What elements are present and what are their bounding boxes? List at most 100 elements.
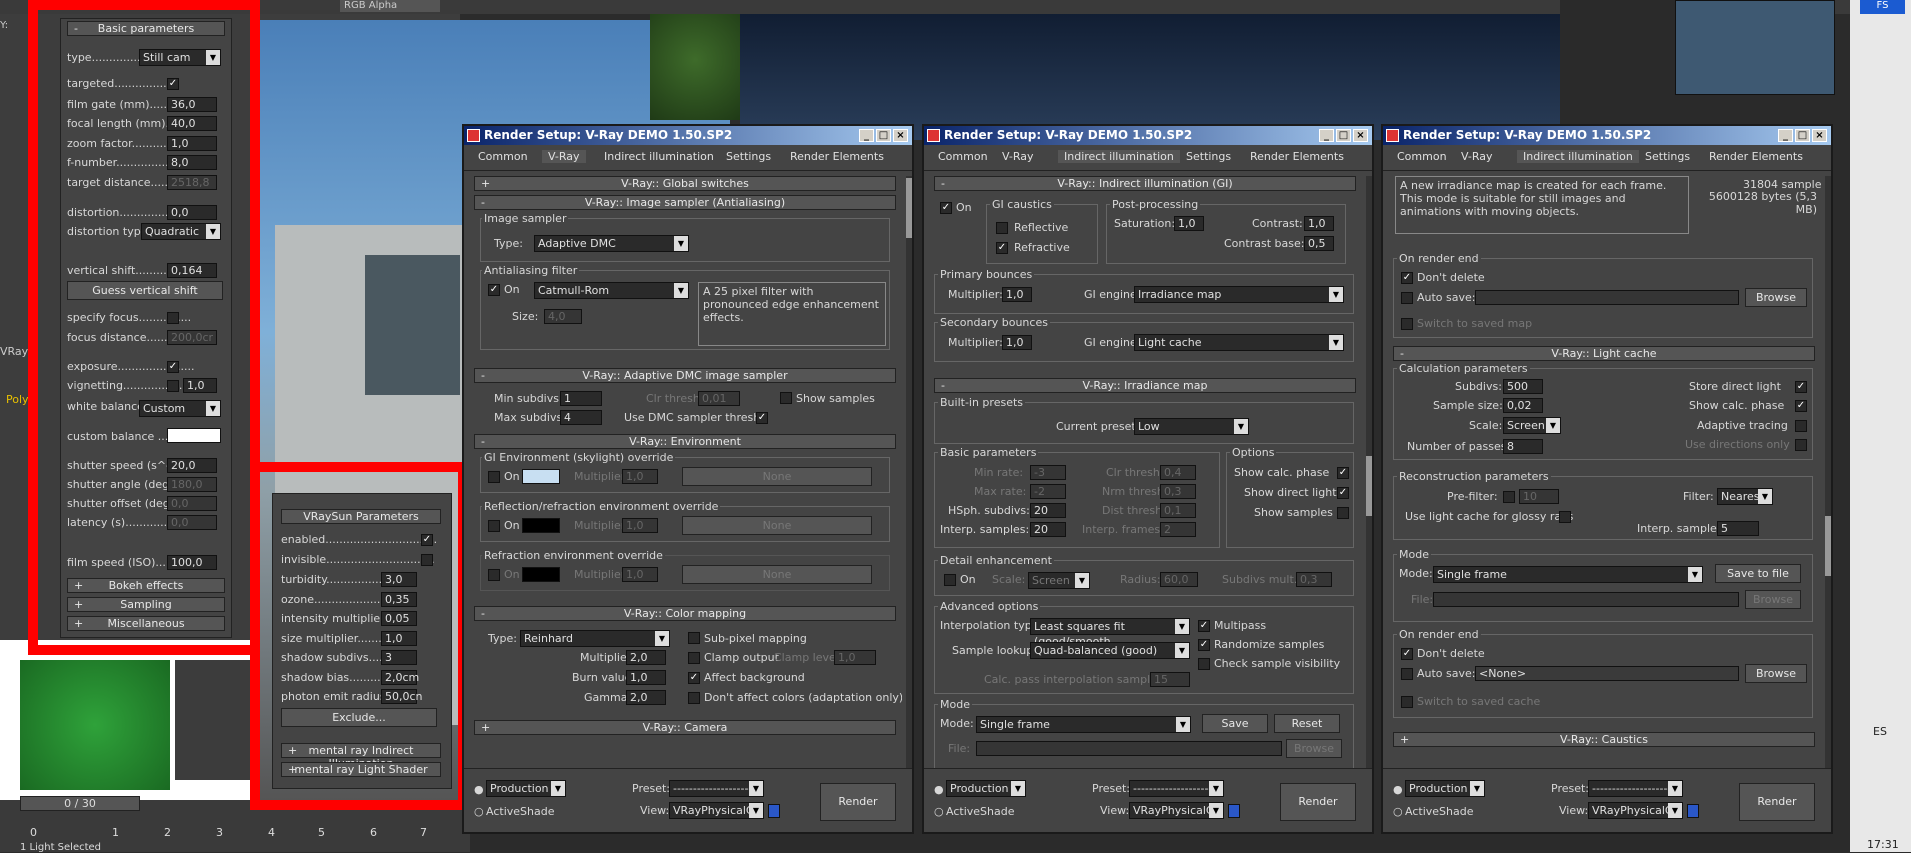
rollout-image-sampler[interactable]: - V-Ray:: Image sampler (Antialiasing)	[474, 195, 896, 210]
cm-type-select[interactable]: Reinhard ▼	[520, 630, 670, 647]
prefilter-checkbox[interactable]	[1503, 491, 1515, 503]
minimize-button[interactable]: _	[859, 129, 874, 142]
refl-env-map-button[interactable]: None	[682, 516, 872, 535]
tab-common[interactable]: Common	[938, 150, 988, 163]
tab-settings[interactable]: Settings	[726, 150, 771, 163]
rollout-light-cache[interactable]: - V-Ray:: Light cache	[1393, 346, 1815, 361]
gi-env-color-swatch[interactable]	[522, 469, 560, 484]
lc-mode-select[interactable]: Single frame ▼	[1433, 566, 1703, 583]
view-select[interactable]: VRayPhysicalC ▼	[669, 802, 764, 819]
subpixel-checkbox[interactable]	[688, 632, 700, 644]
scrollbar-thumb[interactable]	[906, 178, 912, 238]
scale-select[interactable]: Screen ▼	[1503, 417, 1561, 434]
tab-render-elements[interactable]: Render Elements	[1709, 150, 1803, 163]
production-select[interactable]: Production ▼	[946, 780, 1026, 797]
rollout-adaptive-dmc[interactable]: - V-Ray:: Adaptive DMC image sampler	[474, 368, 896, 383]
lc-dont-delete-checkbox[interactable]: ✓	[1401, 648, 1413, 660]
detail-scale-select[interactable]: Screen ▼	[1028, 572, 1090, 589]
min-rate-spinner[interactable]: -3	[1030, 465, 1066, 480]
tab-render-elements[interactable]: Render Elements	[1250, 150, 1344, 163]
close-button[interactable]: ×	[1353, 129, 1368, 142]
gi-env-map-button[interactable]: None	[682, 467, 872, 486]
current-preset-select[interactable]: Low ▼	[1134, 418, 1249, 435]
reset-button[interactable]: Reset	[1274, 714, 1340, 733]
preset-select[interactable]: -------------------- ▼	[669, 780, 764, 797]
saturation-spinner[interactable]: 1,0	[1174, 216, 1204, 231]
lc-auto-save-field[interactable]: <None>	[1475, 666, 1739, 681]
rollout-camera[interactable]: + V-Ray:: Camera	[474, 720, 896, 735]
tab-settings[interactable]: Settings	[1186, 150, 1231, 163]
contrast-spinner[interactable]: 1,0	[1304, 216, 1334, 231]
max-subdivs-spinner[interactable]: 4	[560, 410, 602, 425]
passes-spinner[interactable]: 8	[1503, 439, 1543, 454]
minimize-button[interactable]: _	[1319, 129, 1334, 142]
close-button[interactable]: ×	[893, 129, 908, 142]
refractive-checkbox[interactable]: ✓	[996, 242, 1008, 254]
browse-button[interactable]: Browse	[1286, 739, 1342, 758]
refl-env-multiplier-spinner[interactable]: 1,0	[622, 518, 658, 533]
viewport-sky[interactable]	[740, 0, 1560, 140]
interp-frames-spinner[interactable]: 2	[1160, 522, 1196, 537]
clr-thresh-spinner[interactable]: 0,01	[698, 391, 740, 406]
interp-samples-spinner[interactable]: 20	[1030, 522, 1066, 537]
cm-multiplier-spinner[interactable]: 2,0	[626, 650, 666, 665]
switch-saved-map-checkbox[interactable]	[1401, 318, 1413, 330]
gi-on-checkbox[interactable]: ✓	[940, 202, 952, 214]
gi-env-on-checkbox[interactable]	[488, 471, 500, 483]
frame-slider[interactable]: 0 / 30	[20, 796, 140, 811]
save-button[interactable]: Save	[1202, 714, 1268, 733]
randomize-checkbox[interactable]: ✓	[1198, 639, 1210, 651]
lock-icon[interactable]	[1687, 804, 1699, 818]
reflective-checkbox[interactable]	[996, 222, 1008, 234]
render-button[interactable]: Render	[1280, 783, 1356, 821]
nrm-thresh-spinner[interactable]: 0,3	[1160, 484, 1196, 499]
hsph-subdivs-spinner[interactable]: 20	[1030, 503, 1066, 518]
tab-common[interactable]: Common	[1397, 150, 1447, 163]
render-button[interactable]: Render	[820, 783, 896, 821]
tab-indirect-illumination[interactable]: Indirect illumination	[1517, 150, 1639, 163]
refr-env-map-button[interactable]: None	[682, 565, 872, 584]
tab-indirect-illumination[interactable]: Indirect illumination	[604, 150, 714, 163]
rollout-color-mapping[interactable]: - V-Ray:: Color mapping	[474, 606, 896, 621]
production-radio[interactable]: ●	[1393, 783, 1403, 796]
refr-env-multiplier-spinner[interactable]: 1,0	[622, 567, 658, 582]
clamp-output-checkbox[interactable]	[688, 652, 700, 664]
dont-delete-checkbox[interactable]: ✓	[1401, 272, 1413, 284]
min-subdivs-spinner[interactable]: 1	[560, 391, 602, 406]
primary-engine-select[interactable]: Irradiance map ▼	[1134, 286, 1344, 303]
tab-indirect-illumination[interactable]: Indirect illumination	[1058, 150, 1180, 163]
production-radio[interactable]: ●	[474, 783, 484, 796]
refr-env-on-checkbox[interactable]	[488, 569, 500, 581]
rollout-caustics[interactable]: + V-Ray:: Caustics	[1393, 732, 1815, 747]
multipass-checkbox[interactable]: ✓	[1198, 620, 1210, 632]
auto-save-checkbox[interactable]	[1401, 292, 1413, 304]
lc-auto-save-checkbox[interactable]	[1401, 668, 1413, 680]
tab-vray[interactable]: V-Ray	[542, 150, 586, 163]
gamma-spinner[interactable]: 2,0	[626, 690, 666, 705]
scrollbar[interactable]	[906, 176, 912, 770]
lock-icon[interactable]	[768, 804, 780, 818]
sampler-type-select[interactable]: Adaptive DMC ▼	[534, 235, 689, 252]
calc-pass-spinner[interactable]: 15	[1150, 672, 1190, 687]
rollout-scroll-area[interactable]: - V-Ray:: Indirect illumination (GI) ✓ On…	[934, 176, 1362, 770]
tab-settings[interactable]: Settings	[1645, 150, 1690, 163]
subdivs-mult-spinner[interactable]: 0,3	[1296, 572, 1332, 587]
activeshade-radio[interactable]: ○	[934, 805, 944, 818]
filter-type-select[interactable]: Catmull-Rom ▼	[534, 282, 689, 299]
switch-saved-cache-checkbox[interactable]	[1401, 696, 1413, 708]
radius-spinner[interactable]: 60,0	[1160, 572, 1198, 587]
production-select[interactable]: Production ▼	[486, 780, 566, 797]
maximize-button[interactable]: □	[1336, 129, 1351, 142]
filter-size-spinner[interactable]: 4,0	[544, 309, 582, 324]
adaptive-tracing-checkbox[interactable]	[1795, 420, 1807, 432]
prefilter-spinner[interactable]: 10	[1519, 489, 1559, 504]
rollout-scroll-area[interactable]: A new irradiance map is created for each…	[1393, 176, 1821, 770]
show-calc-checkbox[interactable]: ✓	[1795, 400, 1807, 412]
preset-select[interactable]: -------------------- ▼	[1588, 780, 1683, 797]
rollout-environment[interactable]: - V-Ray:: Environment	[474, 434, 896, 449]
primary-multiplier-spinner[interactable]: 1,0	[1002, 287, 1032, 302]
interp-samples-spinner[interactable]: 5	[1717, 521, 1759, 536]
tab-vray[interactable]: V-Ray	[1461, 150, 1493, 163]
view-select[interactable]: VRayPhysicalC ▼	[1129, 802, 1224, 819]
scrollbar[interactable]	[1366, 176, 1372, 770]
